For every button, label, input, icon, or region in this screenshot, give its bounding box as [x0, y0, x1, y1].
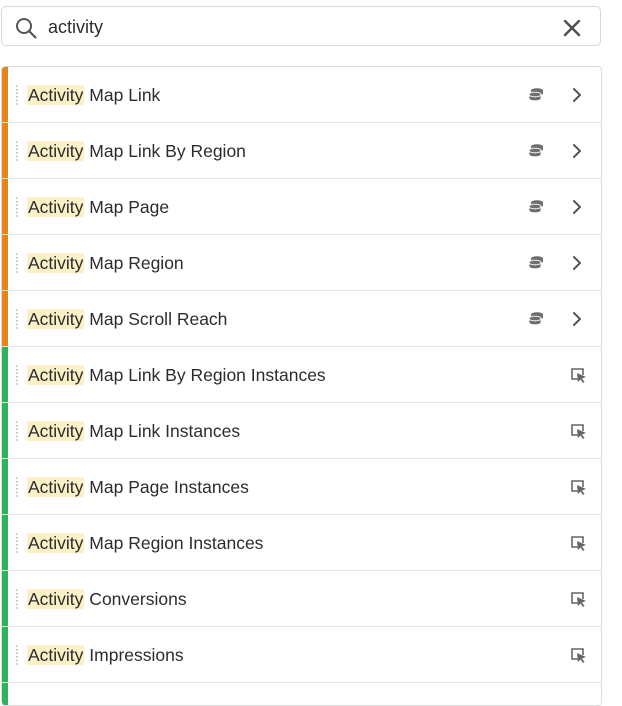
list-item-label-rest: Map Region: [84, 253, 184, 273]
drag-handle-icon[interactable]: [15, 420, 19, 442]
list-item[interactable]: Activity Impressions: [2, 627, 601, 683]
list-item-label: Activity Map Link Instances: [27, 420, 240, 443]
search-match-highlight: Activity: [27, 477, 85, 497]
metric-color-bar: [2, 403, 8, 458]
metric-color-bar: [2, 459, 8, 514]
list-item[interactable]: Activity Map Page Instances: [2, 459, 601, 515]
metric-color-bar: [2, 347, 8, 402]
search-match-highlight: Activity: [27, 309, 85, 329]
list-item-label: Activity Map Link: [27, 84, 160, 107]
list-item-label-rest: Conversions: [84, 589, 187, 609]
list-item[interactable]: Activity Map Region Instances: [2, 515, 601, 571]
chevron-right-icon[interactable]: [571, 198, 583, 216]
dimension-color-bar: [2, 67, 8, 122]
list-item-label-rest: Map Link By Region Instances: [84, 365, 326, 385]
list-item-label-rest: Map Scroll Reach: [84, 309, 228, 329]
list-item[interactable]: Activity Map Link By Region: [2, 123, 601, 179]
list-item[interactable]: Activity Map Link: [2, 67, 601, 123]
list-item-label: Activity Impressions: [27, 644, 184, 667]
list-item-label: Activity Map Link By Region Instances: [27, 364, 326, 387]
list-item-label-rest: Impressions: [84, 645, 184, 665]
drag-handle-icon[interactable]: [15, 308, 19, 330]
dataset-icon: [528, 256, 543, 270]
chevron-right-icon[interactable]: [571, 86, 583, 104]
search-match-highlight: Activity: [27, 533, 85, 553]
list-item-label: Activity Map Region: [27, 252, 184, 275]
search-bar[interactable]: [1, 6, 601, 46]
event-pointer-icon: [571, 648, 586, 663]
search-match-highlight: Activity: [27, 85, 85, 105]
clear-search-icon[interactable]: [561, 17, 583, 39]
search-match-highlight: Activity: [27, 589, 85, 609]
dimension-color-bar: [2, 235, 8, 290]
list-item[interactable]: Activity Conversions: [2, 571, 601, 627]
list-item-label-rest: Map Link By Region: [84, 141, 246, 161]
dimension-color-bar: [2, 123, 8, 178]
search-match-highlight: Activity: [27, 141, 85, 161]
search-match-highlight: Activity: [27, 365, 85, 385]
list-item-label: Activity Map Region Instances: [27, 532, 263, 555]
list-item-label: Activity Map Page: [27, 196, 169, 219]
list-item-label-rest: Map Link: [84, 85, 161, 105]
list-item[interactable]: Activity Map Scroll Reach: [2, 291, 601, 347]
drag-handle-icon[interactable]: [15, 644, 19, 666]
list-item-label-rest: Map Page Instances: [84, 477, 249, 497]
list-item-label: Activity Conversions: [27, 588, 187, 611]
chevron-right-icon[interactable]: [571, 142, 583, 160]
drag-handle-icon[interactable]: [15, 84, 19, 106]
dimension-color-bar: [2, 291, 8, 346]
drag-handle-icon[interactable]: [15, 588, 19, 610]
search-input[interactable]: [48, 13, 538, 41]
event-pointer-icon: [571, 536, 586, 551]
list-item-label-rest: Map Page: [84, 197, 170, 217]
drag-handle-icon[interactable]: [15, 140, 19, 162]
list-item[interactable]: Activity Map Page: [2, 179, 601, 235]
metric-color-bar: [2, 571, 8, 626]
chevron-right-icon[interactable]: [571, 254, 583, 272]
event-pointer-icon: [571, 424, 586, 439]
metric-color-bar: [2, 515, 8, 570]
drag-handle-icon[interactable]: [15, 476, 19, 498]
list-item[interactable]: Activity Map Region: [2, 235, 601, 291]
search-match-highlight: Activity: [27, 253, 85, 273]
event-pointer-icon: [571, 368, 586, 383]
metric-color-bar: [2, 683, 8, 705]
dataset-icon: [528, 200, 543, 214]
list-item-label-rest: Map Link Instances: [84, 421, 241, 441]
list-item[interactable]: Activity Map Link By Region Instances: [2, 347, 601, 403]
list-item-label: Activity Map Link By Region: [27, 140, 246, 163]
list-item-label: Activity Map Scroll Reach: [27, 308, 227, 331]
drag-handle-icon[interactable]: [15, 364, 19, 386]
drag-handle-icon[interactable]: [15, 252, 19, 274]
drag-handle-icon[interactable]: [15, 532, 19, 554]
search-icon: [16, 18, 37, 39]
event-pointer-icon: [571, 480, 586, 495]
dataset-icon: [528, 144, 543, 158]
dataset-icon: [528, 312, 543, 326]
search-match-highlight: Activity: [27, 645, 85, 665]
dimension-color-bar: [2, 179, 8, 234]
metric-color-bar: [2, 627, 8, 682]
list-item[interactable]: [2, 683, 601, 705]
component-list: Activity Map Link Activity Map Link By Re…: [1, 66, 602, 706]
dataset-icon: [528, 88, 543, 102]
list-item-label: Activity Map Page Instances: [27, 476, 249, 499]
chevron-right-icon[interactable]: [571, 310, 583, 328]
list-item[interactable]: Activity Map Link Instances: [2, 403, 601, 459]
list-item-label-rest: Map Region Instances: [84, 533, 264, 553]
search-match-highlight: Activity: [27, 197, 85, 217]
event-pointer-icon: [571, 592, 586, 607]
search-match-highlight: Activity: [27, 421, 85, 441]
drag-handle-icon[interactable]: [15, 196, 19, 218]
